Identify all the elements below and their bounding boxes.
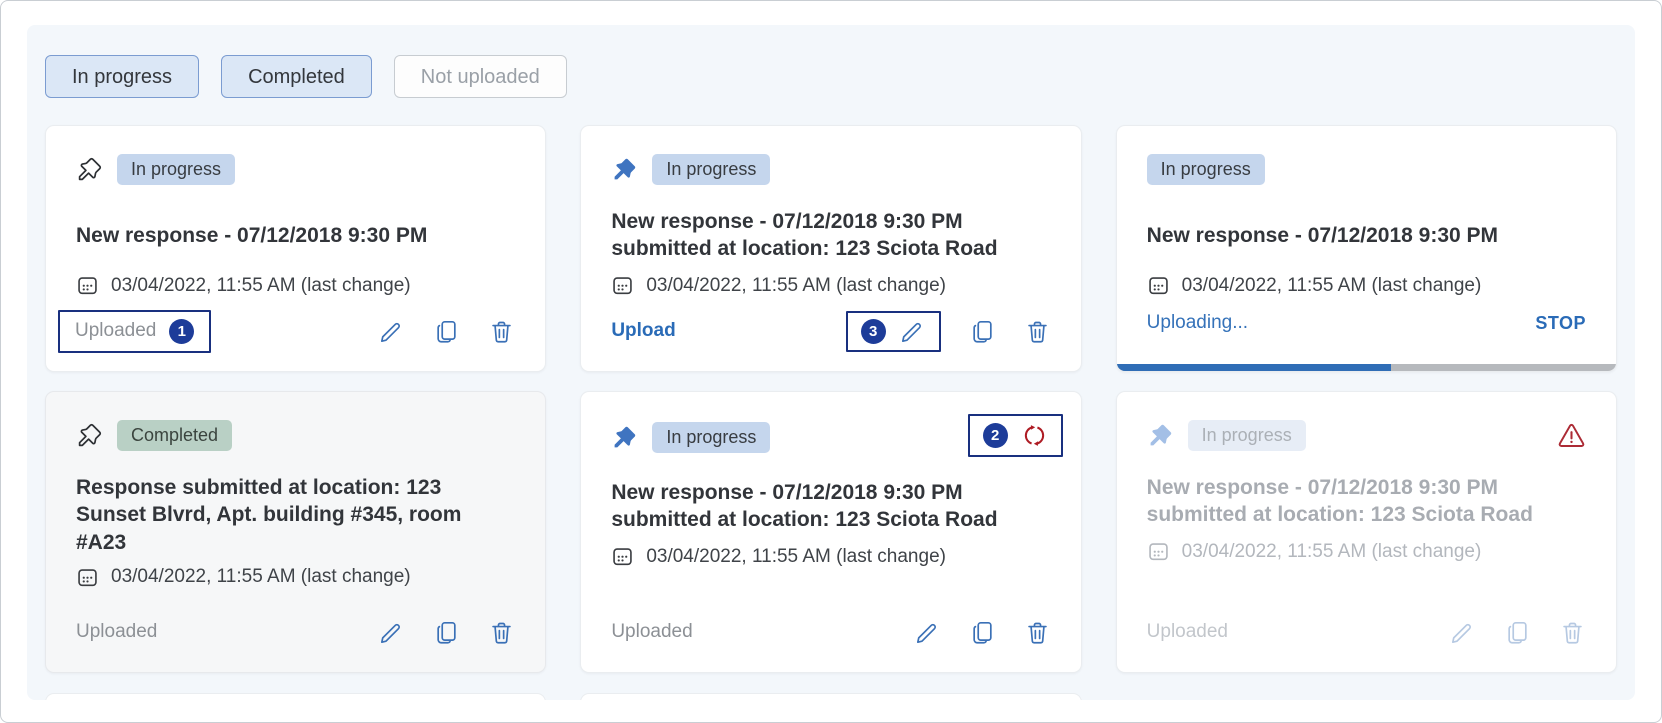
edit-button[interactable] xyxy=(378,619,405,646)
pencil-icon xyxy=(1449,619,1476,646)
copy-button xyxy=(1504,619,1531,646)
last-change-text: 03/04/2022, 11:55 AM (last change) xyxy=(646,275,946,297)
edit-button[interactable] xyxy=(899,318,926,345)
app-window: In progress Completed Not uploaded In pr… xyxy=(0,0,1662,723)
partial-card xyxy=(45,693,546,700)
copy-icon xyxy=(433,619,460,646)
trash-icon xyxy=(488,619,515,646)
upload-status: Uploaded xyxy=(1147,621,1228,643)
uploading-status: Uploading... xyxy=(1147,312,1248,334)
card-title: New response - 07/12/2018 9:30 PM xyxy=(76,208,515,264)
pushpin-icon[interactable] xyxy=(76,422,103,449)
filter-not-uploaded[interactable]: Not uploaded xyxy=(394,55,567,98)
calendar-icon xyxy=(1147,274,1170,297)
last-change-text: 03/04/2022, 11:55 AM (last change) xyxy=(1182,275,1482,297)
pencil-icon xyxy=(914,619,941,646)
calendar-icon xyxy=(611,274,634,297)
annotation-box-1: Uploaded 1 xyxy=(58,310,211,353)
last-change-text: 03/04/2022, 11:55 AM (last change) xyxy=(646,546,946,568)
annotation-number-1: 1 xyxy=(169,319,194,344)
response-card-2: In progress New response - 07/12/2018 9:… xyxy=(580,125,1081,372)
copy-icon xyxy=(969,318,996,345)
warning-triangle-icon xyxy=(1557,421,1586,450)
status-badge: In progress xyxy=(652,154,770,185)
partial-card xyxy=(580,693,1081,700)
delete-button xyxy=(1559,619,1586,646)
card-title: Response submitted at location: 123 Suns… xyxy=(76,474,515,556)
delete-button[interactable] xyxy=(1024,619,1051,646)
retry-upload-button[interactable] xyxy=(1021,422,1048,449)
copy-button[interactable] xyxy=(433,318,460,345)
last-change-text: 03/04/2022, 11:55 AM (last change) xyxy=(111,275,411,297)
upload-status: Uploaded xyxy=(76,621,157,643)
refresh-icon xyxy=(1021,422,1048,449)
copy-icon xyxy=(1504,619,1531,646)
pencil-icon xyxy=(378,318,405,345)
pushpin-icon[interactable] xyxy=(611,424,638,451)
status-badge: In progress xyxy=(1147,154,1265,185)
delete-button[interactable] xyxy=(488,318,515,345)
upload-progress-bar xyxy=(1117,364,1616,371)
copy-button[interactable] xyxy=(969,619,996,646)
response-card-4: Completed Response submitted at location… xyxy=(45,391,546,673)
trash-icon xyxy=(488,318,515,345)
delete-button[interactable] xyxy=(488,619,515,646)
filter-completed[interactable]: Completed xyxy=(221,55,372,98)
status-badge: In progress xyxy=(652,422,770,453)
pencil-icon xyxy=(378,619,405,646)
annotation-number-2: 2 xyxy=(983,423,1008,448)
card-title: New response - 07/12/2018 9:30 PM xyxy=(1147,208,1586,264)
pushpin-icon[interactable] xyxy=(76,156,103,183)
calendar-icon xyxy=(1147,540,1170,563)
annotation-box-2: 2 xyxy=(968,414,1063,457)
calendar-icon xyxy=(611,545,634,568)
status-badge: Completed xyxy=(117,420,232,451)
trash-icon xyxy=(1024,318,1051,345)
responses-panel: In progress Completed Not uploaded In pr… xyxy=(27,25,1635,700)
card-title: New response - 07/12/2018 9:30 PM submit… xyxy=(611,208,1050,264)
delete-button[interactable] xyxy=(1024,318,1051,345)
status-filter-bar: In progress Completed Not uploaded xyxy=(45,55,1617,98)
pencil-icon xyxy=(899,318,926,345)
copy-button[interactable] xyxy=(433,619,460,646)
copy-icon xyxy=(969,619,996,646)
stop-upload-button[interactable]: STOP xyxy=(1535,313,1586,334)
edit-button[interactable] xyxy=(378,318,405,345)
card-title: New response - 07/12/2018 9:30 PM submit… xyxy=(1147,474,1586,530)
response-card-1: In progress New response - 07/12/2018 9:… xyxy=(45,125,546,372)
card-title: New response - 07/12/2018 9:30 PM submit… xyxy=(611,479,1050,535)
response-card-3: In progress New response - 07/12/2018 9:… xyxy=(1116,125,1617,372)
status-badge: In progress xyxy=(1188,420,1306,451)
pushpin-icon xyxy=(1147,422,1174,449)
status-badge: In progress xyxy=(117,154,235,185)
upload-link[interactable]: Upload xyxy=(611,320,675,342)
upload-progress-fill xyxy=(1117,364,1392,371)
last-change-text: 03/04/2022, 11:55 AM (last change) xyxy=(111,566,411,588)
edit-button xyxy=(1449,619,1476,646)
response-card-6: In progress New response - 07/12/2018 9:… xyxy=(1116,391,1617,673)
next-row-preview xyxy=(45,693,1617,700)
filter-in-progress[interactable]: In progress xyxy=(45,55,199,98)
response-card-grid: In progress New response - 07/12/2018 9:… xyxy=(45,125,1617,673)
last-change-text: 03/04/2022, 11:55 AM (last change) xyxy=(1182,541,1482,563)
edit-button[interactable] xyxy=(914,619,941,646)
annotation-number-3: 3 xyxy=(861,319,886,344)
response-card-5: In progress 2 New response - 07/12/2018 … xyxy=(580,391,1081,673)
trash-icon xyxy=(1559,619,1586,646)
annotation-box-3: 3 xyxy=(846,311,941,352)
pushpin-icon[interactable] xyxy=(611,156,638,183)
upload-status: Uploaded xyxy=(75,320,156,342)
trash-icon xyxy=(1024,619,1051,646)
calendar-icon xyxy=(76,274,99,297)
copy-icon xyxy=(433,318,460,345)
upload-status: Uploaded xyxy=(611,621,692,643)
calendar-icon xyxy=(76,566,99,589)
copy-button[interactable] xyxy=(969,318,996,345)
